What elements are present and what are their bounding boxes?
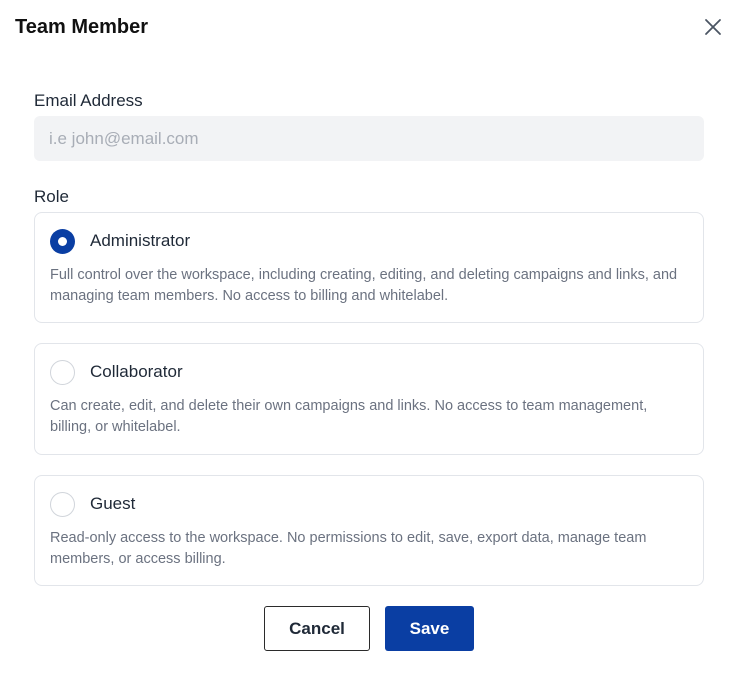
team-member-dialog: Team Member Email Address Role Administr… <box>0 0 735 680</box>
role-option-guest[interactable]: Guest Read-only access to the workspace.… <box>34 475 704 586</box>
collaborator-radio[interactable] <box>50 360 75 385</box>
dialog-title: Team Member <box>15 16 149 38</box>
close-icon <box>705 19 721 35</box>
email-label: Email Address <box>34 91 143 110</box>
role-description-administrator: Full control over the workspace, includi… <box>50 267 678 304</box>
role-option-collaborator[interactable]: Collaborator Can create, edit, and delet… <box>34 343 704 455</box>
role-name-collaborator: Collaborator <box>90 362 183 381</box>
administrator-radio[interactable] <box>50 229 75 254</box>
email-input[interactable] <box>34 116 704 161</box>
role-option-administrator[interactable]: Administrator Full control over the work… <box>34 212 704 323</box>
role-name-guest: Guest <box>90 494 136 513</box>
cancel-button[interactable]: Cancel <box>264 606 370 651</box>
role-description-collaborator: Can create, edit, and delete their own c… <box>50 398 648 435</box>
save-button[interactable]: Save <box>385 606 474 651</box>
guest-radio[interactable] <box>50 492 75 517</box>
role-name-administrator: Administrator <box>90 231 191 250</box>
role-description-guest: Read-only access to the workspace. No pe… <box>50 530 647 567</box>
close-button[interactable] <box>701 15 725 39</box>
role-label: Role <box>34 187 69 206</box>
